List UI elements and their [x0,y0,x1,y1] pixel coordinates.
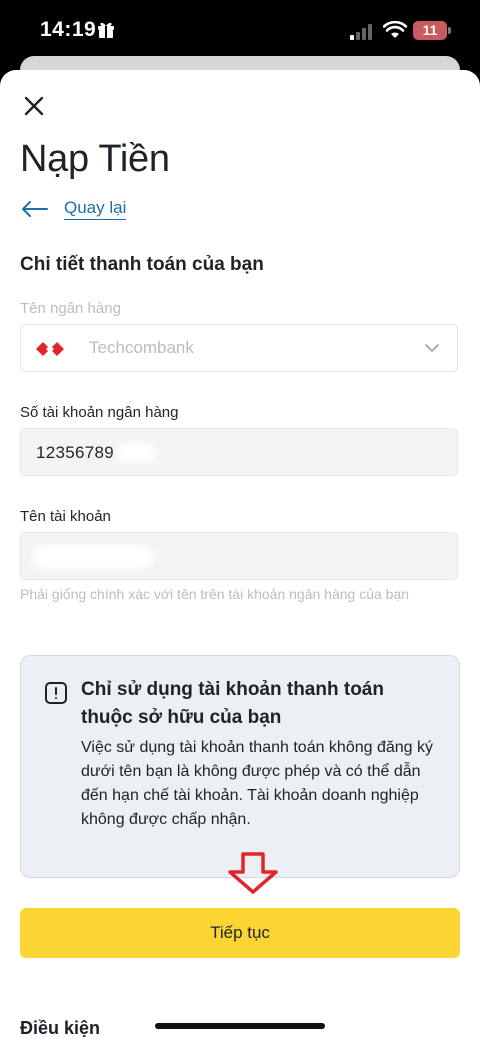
notice-box: Chỉ sử dụng tài khoản thanh toán thuộc s… [20,655,460,878]
close-icon[interactable] [22,94,46,118]
back-link[interactable]: Quay lại [20,194,127,224]
battery-icon: 11 [413,21,447,40]
arrow-left-icon [22,201,48,217]
notice-body: Việc sử dụng tài khoản thanh toán không … [81,739,434,828]
section-title: Chi tiết thanh toán của bạn [20,254,264,275]
account-name-label: Tên tài khoản [20,508,111,525]
redaction-blur [116,443,156,463]
bank-name-label: Tên ngân hàng [20,300,121,317]
redaction-blur [33,545,153,569]
gift-icon [98,22,114,38]
account-name-input[interactable] [20,532,458,580]
deposit-sheet: Nạp Tiền Quay lại Chi tiết thanh toán củ… [0,70,480,1039]
chevron-down-icon [425,344,439,353]
battery-tip [448,27,451,34]
techcombank-logo-icon [36,342,64,356]
terms-heading: Điều kiện [20,1018,101,1038]
account-number-value: 12356789 [36,443,115,462]
account-name-helper: Phải giống chính xác với tên trên tài kh… [20,586,410,602]
back-link-label[interactable]: Quay lại [64,198,127,220]
bank-select[interactable]: Techcombank [20,324,458,372]
account-number-input[interactable]: 12356789 [20,428,458,476]
wifi-icon [383,21,407,38]
notice-title: Chỉ sử dụng tài khoản thanh toán thuộc s… [81,679,384,728]
bank-select-value: Techcombank [89,338,194,357]
continue-button[interactable]: Tiếp tục [20,908,460,958]
alert-icon [45,682,67,704]
arrow-down-icon [228,852,278,894]
page-title: Nạp Tiền [20,138,170,180]
status-bar: 14:19 11 [0,0,480,64]
status-time: 14:19 [40,18,97,41]
account-number-label: Số tài khoản ngân hàng [20,404,179,421]
signal-icon [350,24,372,40]
home-indicator[interactable] [155,1023,325,1029]
